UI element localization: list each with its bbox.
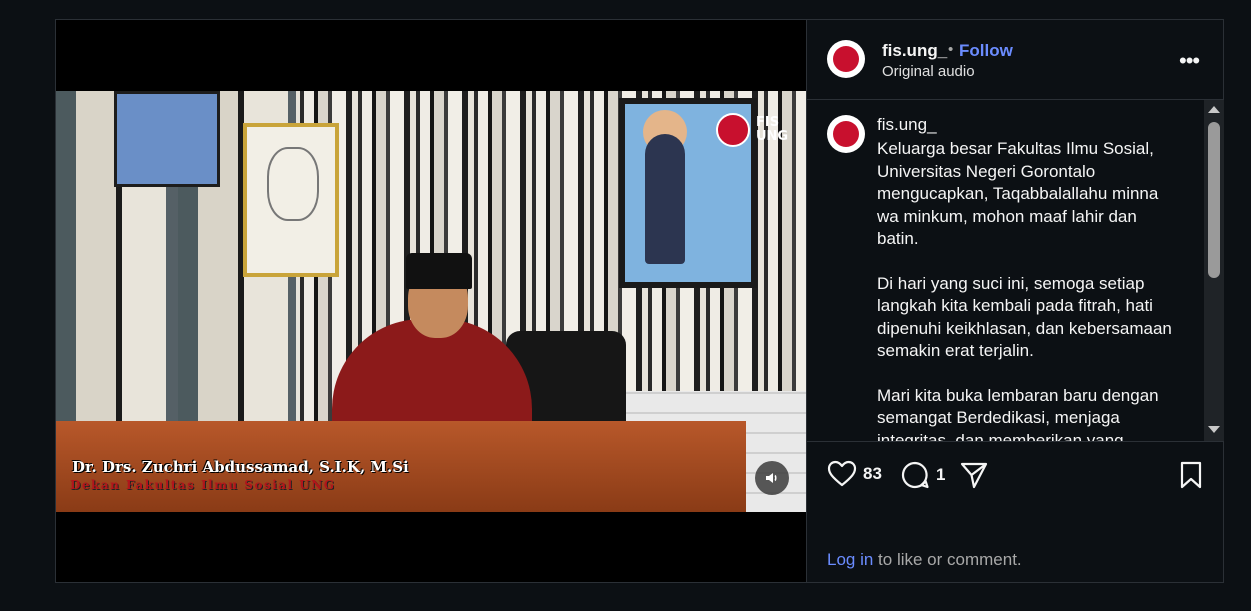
login-text: to like or comment.	[873, 550, 1022, 569]
share-action[interactable]	[959, 460, 989, 490]
avatar[interactable]	[827, 40, 865, 78]
video-player[interactable]: FIS UNG Dr. Drs. Zuchri Abdussamad, S.I.…	[56, 20, 806, 582]
follow-button[interactable]: Follow	[959, 41, 1013, 61]
watermark: FIS UNG	[756, 115, 789, 144]
caption-paragraph: Keluarga besar Fakultas Ilmu Sosial, Uni…	[877, 139, 1159, 248]
heart-icon[interactable]	[827, 460, 857, 488]
login-link[interactable]: Log in	[827, 550, 873, 569]
caption-area[interactable]: fis.ung_ Keluarga besar Fakultas Ilmu So…	[807, 100, 1224, 442]
video-frame[interactable]: FIS UNG Dr. Drs. Zuchri Abdussamad, S.I.…	[56, 91, 806, 512]
post-card: FIS UNG Dr. Drs. Zuchri Abdussamad, S.I.…	[55, 19, 1224, 583]
more-icon[interactable]: •••	[1179, 48, 1200, 74]
volume-button[interactable]	[755, 461, 789, 495]
save-action[interactable]	[1179, 461, 1203, 489]
ung-logo	[716, 113, 750, 147]
caption-text: Keluarga besar Fakultas Ilmu Sosial, Uni…	[877, 138, 1177, 442]
scroll-thumb[interactable]	[1208, 122, 1220, 278]
portrait-sketch-frame	[243, 123, 339, 277]
caption-paragraph: Di hari yang suci ini, semoga setiap lan…	[877, 273, 1172, 361]
speaker-hat	[406, 253, 472, 289]
post-header: fis.ung_ • Follow Original audio •••	[807, 20, 1224, 100]
separator-dot: •	[948, 41, 954, 58]
login-prompt: Log in to like or comment.	[827, 550, 1022, 570]
wall-picture-left	[114, 91, 220, 187]
caption-username[interactable]: fis.ung_	[877, 115, 937, 135]
speaker-name-caption: Dr. Drs. Zuchri Abdussamad, S.I.K, M.Si	[72, 458, 409, 476]
bookmark-icon[interactable]	[1179, 461, 1203, 489]
original-audio-link[interactable]: Original audio	[882, 63, 975, 80]
comment-icon[interactable]	[900, 460, 930, 490]
speaker-title-caption: Dekan Fakultas Ilmu Sosial UNG	[70, 478, 336, 492]
like-action[interactable]: 83	[827, 460, 882, 488]
share-icon[interactable]	[959, 460, 989, 490]
scroll-down-arrow[interactable]	[1208, 426, 1220, 433]
caption-scrollbar[interactable]	[1204, 100, 1224, 441]
scroll-up-arrow[interactable]	[1208, 106, 1220, 113]
header-username[interactable]: fis.ung_	[882, 41, 947, 61]
caption-paragraph: Mari kita buka lembaran baru dengan sema…	[877, 385, 1159, 442]
comment-count: 1	[936, 465, 946, 484]
action-bar: 83 1	[807, 442, 1224, 508]
volume-icon	[766, 473, 777, 483]
like-count: 83	[863, 464, 882, 483]
caption-avatar[interactable]	[827, 115, 865, 153]
post-sidebar: fis.ung_ • Follow Original audio ••• fis…	[806, 20, 1224, 582]
comment-action[interactable]: 1	[900, 460, 945, 490]
